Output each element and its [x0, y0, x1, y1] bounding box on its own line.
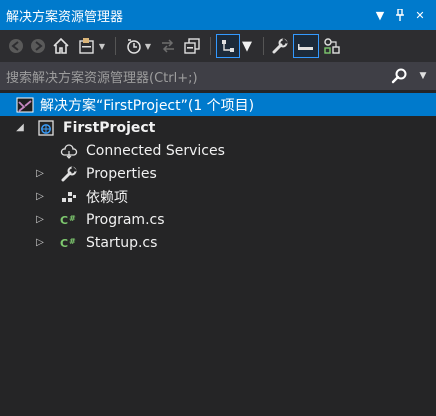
map-code-button[interactable] — [321, 34, 343, 58]
pin-icon[interactable] — [390, 0, 410, 30]
switch-views-icon — [79, 38, 94, 54]
connected-services-icon — [60, 139, 78, 162]
tree-item-label: Connected Services — [86, 142, 225, 159]
tree-item-label: Properties — [86, 165, 157, 182]
show-all-files-icon — [222, 40, 234, 52]
chevron-down-icon[interactable]: ▼ — [242, 39, 252, 54]
collapsed-arrow-icon[interactable]: ▷ — [33, 162, 47, 185]
tree-item-properties[interactable]: ▷ Properties — [0, 162, 436, 185]
tree-item-program-cs[interactable]: ▷ C # Program.cs — [0, 208, 436, 231]
preview-selected-items-button[interactable] — [293, 34, 319, 58]
tree-item-label: Startup.cs — [86, 234, 158, 251]
pending-changes-filter-button[interactable]: ▼ — [121, 34, 155, 58]
svg-text:#: # — [69, 214, 76, 223]
properties-button[interactable] — [269, 34, 291, 58]
tree-item-project[interactable]: ◢ FirstProject — [0, 116, 436, 139]
collapsed-arrow-icon[interactable]: ▷ — [33, 185, 47, 208]
clock-icon — [127, 39, 141, 54]
tree-item-label: Program.cs — [86, 211, 165, 228]
panel-title: 解决方案资源管理器 — [6, 9, 124, 25]
toolbar-separator — [115, 37, 116, 55]
back-icon — [9, 39, 23, 53]
svg-text:C: C — [60, 237, 68, 250]
chevron-down-icon: ▼ — [144, 41, 152, 51]
back-button[interactable] — [6, 34, 26, 58]
search-input[interactable]: 搜索解决方案资源管理器(Ctrl+;) — [0, 67, 388, 86]
forward-icon — [31, 39, 45, 53]
title-bar: 解决方案资源管理器 ▼ ✕ — [0, 0, 436, 30]
home-button[interactable] — [50, 34, 72, 58]
home-icon — [53, 37, 69, 54]
wrench-icon — [60, 162, 78, 185]
toolbar-separator — [210, 37, 211, 55]
chevron-down-icon: ▼ — [98, 41, 106, 51]
toolbar: ▼ ▼ ▼ — [0, 30, 436, 62]
sync-icon — [162, 39, 174, 53]
solution-icon — [16, 93, 34, 116]
solution-tree: 解决方案“FirstProject”(1 个项目) ◢ FirstProject… — [0, 93, 436, 254]
tree-item-startup-cs[interactable]: ▷ C # Startup.cs — [0, 231, 436, 254]
show-all-files-button[interactable] — [216, 34, 240, 58]
dependencies-icon — [60, 185, 78, 208]
toolbar-separator — [263, 37, 264, 55]
forward-button[interactable] — [28, 34, 48, 58]
collapsed-arrow-icon[interactable]: ▷ — [33, 231, 47, 254]
tree-item-solution[interactable]: 解决方案“FirstProject”(1 个项目) — [0, 93, 436, 116]
solution-label: 解决方案“FirstProject”(1 个项目) — [40, 97, 255, 114]
search-box[interactable]: 搜索解决方案资源管理器(Ctrl+;) ▼ — [0, 62, 436, 90]
collapsed-arrow-icon[interactable]: ▷ — [33, 208, 47, 231]
project-label: FirstProject — [63, 119, 156, 136]
window-dropdown-icon[interactable]: ▼ — [370, 0, 390, 30]
switch-views-button[interactable]: ▼ — [74, 34, 108, 58]
collapse-all-button[interactable] — [181, 34, 203, 58]
csharp-project-icon — [37, 116, 55, 139]
tree-item-connected-services[interactable]: Connected Services — [0, 139, 436, 162]
svg-text:#: # — [69, 237, 76, 246]
preview-icon — [298, 44, 313, 50]
search-icon[interactable] — [388, 68, 410, 84]
expanded-arrow-icon[interactable]: ◢ — [13, 116, 27, 139]
csharp-file-icon: C # — [60, 208, 78, 231]
csharp-file-icon: C # — [60, 231, 78, 254]
search-options-dropdown-icon[interactable]: ▼ — [410, 71, 436, 81]
collapse-all-icon — [184, 38, 200, 54]
svg-text:C: C — [60, 214, 68, 227]
close-icon[interactable]: ✕ — [410, 0, 430, 30]
code-map-icon — [324, 38, 340, 54]
wrench-icon — [272, 38, 288, 54]
sync-with-active-document-button[interactable] — [157, 34, 179, 58]
tree-item-label: 依赖项 — [86, 189, 128, 206]
tree-item-dependencies[interactable]: ▷ 依赖项 — [0, 185, 436, 208]
